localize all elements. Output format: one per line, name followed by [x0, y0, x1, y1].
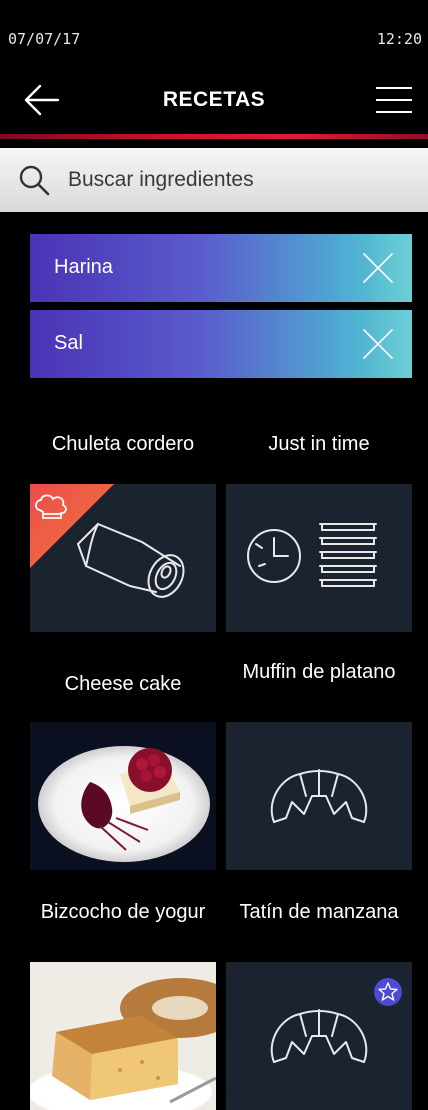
recipe-tile-chuleta-cordero[interactable] — [30, 484, 216, 632]
chip-label: Sal — [54, 332, 83, 354]
header-divider — [0, 134, 428, 139]
recipe-name: Bizcocho de yogur — [40, 901, 206, 923]
recipe-name: Just in time — [268, 433, 370, 455]
chip-label: Harina — [54, 256, 113, 278]
status-bar: 07/07/17 12:20 — [0, 0, 428, 70]
search-icon — [19, 165, 50, 196]
recipe-name: Chuleta cordero — [51, 433, 195, 455]
search-bar[interactable] — [0, 148, 428, 212]
status-date: 07/07/17 — [8, 30, 81, 48]
remove-chip-icon[interactable] — [360, 250, 396, 286]
lamb-roast-icon — [77, 523, 185, 598]
recipe-name: Muffin de platano — [242, 661, 396, 683]
search-input[interactable] — [66, 167, 390, 193]
ingredient-chip: Harina — [30, 234, 412, 302]
clock-trays-icon — [247, 523, 377, 587]
ingredient-chip: Sal — [30, 310, 412, 378]
menu-button[interactable] — [374, 84, 414, 116]
recipe-tile-muffin-de-platano[interactable] — [226, 722, 412, 870]
cheesecake-photo — [30, 722, 216, 870]
recipe-tile-just-in-time[interactable] — [226, 484, 412, 632]
status-time: 12:20 — [376, 30, 422, 48]
hamburger-icon — [376, 87, 412, 113]
top-bar: RECETAS — [0, 70, 428, 132]
croissant-icon — [270, 1009, 368, 1063]
recipe-name: Cheese cake — [64, 673, 182, 695]
recipe-name: Tatín de manzana — [239, 901, 399, 923]
remove-chip-icon[interactable] — [360, 326, 396, 362]
recipe-tile-tatin-de-manzana[interactable] — [226, 962, 412, 1110]
page-title: RECETAS — [162, 88, 266, 111]
sponge-cake-photo — [30, 962, 216, 1110]
favorite-badge — [374, 978, 402, 1006]
croissant-icon — [270, 769, 368, 823]
recipe-tile-bizcocho-de-yogur[interactable] — [30, 962, 216, 1110]
recipe-tile-cheese-cake[interactable] — [30, 722, 216, 870]
